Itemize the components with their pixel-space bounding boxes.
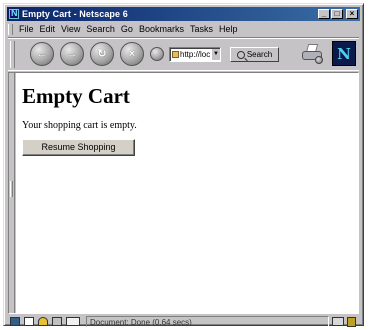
navigation-toolbar: ← → ↻ × http://loc ▼ Search N — [8, 37, 359, 71]
page-heading: Empty Cart — [22, 84, 130, 108]
toolbar-grip[interactable] — [10, 41, 15, 68]
back-arrow-icon: ← — [36, 47, 48, 60]
minimize-button[interactable]: _ — [318, 9, 330, 19]
search-label: Search — [246, 50, 273, 59]
menu-search[interactable]: Search — [83, 24, 118, 35]
netscape-throbber[interactable]: N — [332, 41, 356, 66]
navigator-icon[interactable] — [10, 317, 20, 326]
forward-arrow-icon: → — [66, 47, 78, 60]
search-button[interactable]: Search — [230, 47, 279, 62]
status-text: Document: Done (0.64 secs) — [86, 316, 329, 327]
menu-edit[interactable]: Edit — [37, 24, 59, 35]
menu-file[interactable]: File — [16, 24, 37, 35]
url-text[interactable]: http://loc — [180, 50, 211, 59]
page-proxy-icon — [172, 51, 179, 58]
mail-icon[interactable] — [24, 317, 34, 326]
menu-view[interactable]: View — [58, 24, 83, 35]
online-status-icon[interactable] — [332, 317, 344, 326]
menu-bar: File Edit View Search Go Bookmarks Tasks… — [8, 23, 359, 36]
composer-icon[interactable] — [52, 317, 62, 326]
reload-icon: ↻ — [97, 47, 107, 60]
web-page: Empty Cart Your shopping cart is empty. … — [16, 73, 358, 313]
content-area: Empty Cart Your shopping cart is empty. … — [8, 72, 359, 314]
browser-window: Empty Cart - Netscape 6 _ □ × File Edit … — [3, 3, 364, 328]
throbber-logo: N — [337, 44, 351, 63]
security-lock-icon[interactable] — [347, 316, 356, 327]
netscape-icon — [9, 8, 19, 19]
address-book-icon[interactable] — [66, 317, 80, 326]
menu-tasks[interactable]: Tasks — [187, 24, 216, 35]
forward-button[interactable]: → — [60, 42, 84, 66]
print-button[interactable] — [300, 42, 324, 64]
empty-cart-message: Your shopping cart is empty. — [22, 120, 137, 131]
back-button[interactable]: ← — [30, 42, 54, 66]
menu-bookmarks[interactable]: Bookmarks — [136, 24, 187, 35]
stop-icon: × — [128, 47, 136, 60]
menubar-grip[interactable] — [8, 24, 13, 35]
url-dropdown-button[interactable]: ▼ — [211, 49, 220, 60]
url-field[interactable]: http://loc ▼ — [169, 47, 221, 62]
menu-go[interactable]: Go — [118, 24, 136, 35]
instant-messenger-icon[interactable] — [38, 317, 48, 326]
menu-help[interactable]: Help — [216, 24, 241, 35]
stop-button[interactable]: × — [120, 42, 144, 66]
home-button[interactable] — [150, 47, 164, 61]
sidebar-grippy[interactable] — [10, 181, 13, 197]
close-button[interactable]: × — [346, 9, 358, 19]
window-controls: _ □ × — [317, 9, 358, 19]
window-title: Empty Cart - Netscape 6 — [22, 9, 128, 19]
printer-knob-icon — [315, 56, 323, 64]
sidebar-collapsed[interactable] — [9, 73, 15, 313]
maximize-button[interactable]: □ — [331, 9, 343, 19]
reload-button[interactable]: ↻ — [90, 42, 114, 66]
title-bar[interactable]: Empty Cart - Netscape 6 _ □ × — [7, 7, 360, 21]
resume-shopping-button[interactable]: Resume Shopping — [22, 139, 135, 156]
status-bar: Document: Done (0.64 secs) — [8, 315, 359, 328]
search-icon — [236, 50, 245, 59]
